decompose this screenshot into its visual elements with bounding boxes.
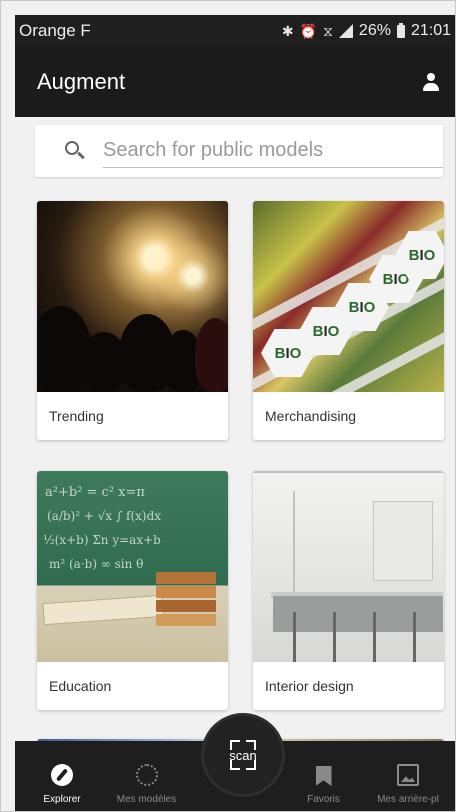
scan-frame-corner — [230, 760, 240, 770]
status-left: Orange F — [19, 21, 91, 41]
nav-mes-arriere-plans[interactable]: Mes arrière-pl — [367, 764, 449, 805]
nav-label: Favoris — [307, 794, 340, 805]
app-bar: Augment — [15, 47, 455, 117]
stool — [293, 612, 296, 662]
bookmark-icon — [315, 766, 332, 786]
search-bar — [35, 125, 443, 177]
scan-button[interactable]: scan — [201, 713, 285, 797]
book-spine — [156, 586, 216, 598]
nav-favoris[interactable]: Favoris — [283, 766, 365, 805]
chalk-formula: a²+b² = c² x=π — [45, 485, 145, 500]
search-input[interactable] — [103, 134, 443, 168]
education-thumbnail: a²+b² = c² x=π (a/b)² + √x ∫ f(x)dx ½(x+… — [37, 471, 228, 662]
category-card-merchandising[interactable]: BIO BIO BIO BIO BIO Merchandising — [253, 201, 444, 440]
app-title: Augment — [37, 69, 126, 94]
carrier-name: Orange F — [19, 21, 91, 40]
silhouette — [195, 318, 228, 392]
nav-label: Mes arrière-pl — [377, 794, 439, 805]
ceiling-line — [253, 471, 444, 473]
open-book — [42, 594, 164, 626]
category-label: Merchandising — [265, 408, 357, 424]
phone-frame: Orange F ✱ ⏰ ⧖ 26% 21:01 Augment Search … — [0, 0, 456, 812]
chalk-formula: ½(x+b) Σn y=ax+b — [43, 533, 161, 547]
nav-mes-modeles[interactable]: Mes modèles — [106, 764, 188, 805]
account-icon-head — [427, 73, 435, 81]
status-right: ✱ ⏰ ⧖ 26% 21:01 — [282, 22, 451, 40]
stool — [413, 612, 416, 662]
search-icon-handle — [77, 151, 85, 160]
account-icon-body — [423, 83, 439, 91]
category-label: Trending — [49, 408, 104, 424]
trending-thumbnail — [37, 201, 228, 392]
cabinet — [373, 501, 433, 581]
globe-icon — [135, 764, 158, 786]
book-stack — [156, 572, 216, 642]
stool — [373, 612, 376, 662]
nav-label: Mes modèles — [116, 794, 177, 805]
data-saver-icon: ⧖ — [323, 22, 333, 39]
nav-label: Explorer — [43, 794, 81, 805]
alarm-icon: ⏰ — [299, 22, 318, 39]
stool — [333, 612, 336, 662]
book-spine — [156, 614, 216, 626]
interior-thumbnail — [253, 471, 444, 662]
battery-percent: 26% — [358, 22, 391, 39]
kitchen-counter — [273, 596, 443, 632]
bluetooth-icon: ✱ — [281, 22, 294, 39]
category-card-trending[interactable]: Trending — [37, 201, 228, 440]
search-icon[interactable] — [65, 141, 85, 161]
book-spine — [156, 600, 216, 612]
nav-explorer[interactable]: Explorer — [21, 764, 103, 805]
chalk-formula: (a/b)² + √x ∫ f(x)dx — [47, 509, 162, 523]
battery-icon — [396, 22, 405, 38]
book-spine — [156, 572, 216, 584]
clock: 21:01 — [410, 22, 451, 39]
chalk-formula: m² (a·b) ∞ sin θ — [49, 557, 144, 571]
compass-icon — [51, 764, 73, 786]
scan-frame-corner — [246, 760, 256, 770]
category-card-interior-design[interactable]: Interior design — [253, 471, 444, 710]
status-bar: Orange F ✱ ⏰ ⧖ 26% 21:01 — [15, 15, 455, 47]
signal-icon — [338, 24, 353, 38]
scan-frame-corner — [246, 740, 256, 750]
account-icon[interactable] — [421, 72, 441, 92]
scan-frame-corner — [230, 740, 240, 750]
category-label: Interior design — [265, 678, 354, 694]
crowd-silhouette — [37, 302, 228, 392]
category-label: Education — [49, 678, 112, 694]
image-icon — [397, 764, 419, 786]
merchandising-thumbnail: BIO BIO BIO BIO BIO — [253, 201, 444, 392]
category-card-education[interactable]: a²+b² = c² x=π (a/b)² + √x ∫ f(x)dx ½(x+… — [37, 471, 228, 710]
